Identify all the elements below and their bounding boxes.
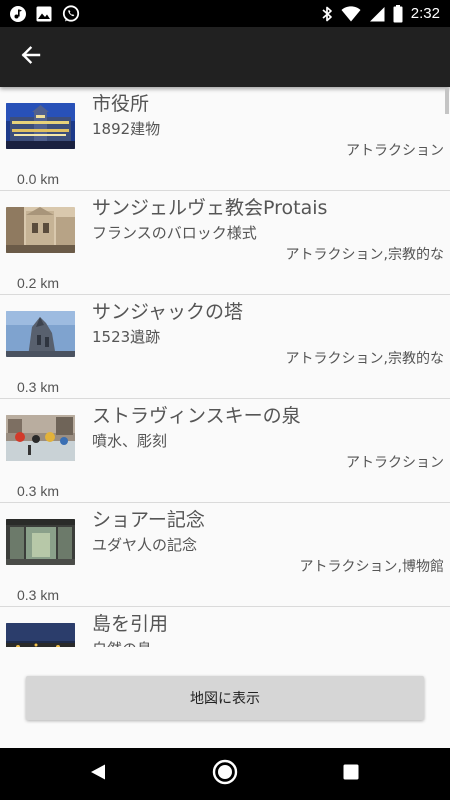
place-category: アトラクション,宗教的な bbox=[285, 351, 444, 367]
place-distance: 0.3 km bbox=[17, 483, 60, 499]
status-time: 2:32 bbox=[410, 5, 440, 22]
place-distance: 0.3 km bbox=[17, 587, 60, 603]
place-distance: 0.2 km bbox=[17, 275, 60, 291]
place-category: アトラクション bbox=[346, 455, 444, 471]
home-circle-icon bbox=[212, 759, 238, 789]
place-distance: 0.0 km bbox=[17, 171, 60, 187]
place-description: 噴水、彫刻 bbox=[92, 432, 168, 450]
signal-icon bbox=[369, 6, 385, 22]
list-item[interactable]: サンジェルヴェ教会Protais フランスのバロック様式 アトラクション,宗教的… bbox=[0, 191, 450, 295]
place-name: ショアー記念 bbox=[92, 509, 205, 531]
place-thumbnail bbox=[6, 519, 75, 565]
place-description: 1523遺跡 bbox=[92, 328, 161, 346]
place-description: 1892建物 bbox=[92, 120, 161, 138]
bluetooth-icon bbox=[321, 5, 333, 23]
place-category: アトラクション bbox=[346, 143, 444, 159]
nav-back-button[interactable] bbox=[68, 748, 128, 800]
place-name: 島を引用 bbox=[92, 613, 169, 635]
list-item[interactable]: ストラヴィンスキーの泉 噴水、彫刻 アトラクション 0.3 km bbox=[0, 399, 450, 503]
back-button[interactable] bbox=[8, 34, 54, 80]
status-bar: 2:32 bbox=[0, 0, 450, 27]
place-thumbnail bbox=[6, 311, 75, 357]
place-description: フランスのバロック様式 bbox=[92, 224, 257, 242]
show-on-map-button[interactable]: 地図に表示 bbox=[26, 676, 424, 720]
recents-square-icon bbox=[343, 764, 359, 784]
place-category: アトラクション,宗教的な bbox=[285, 247, 444, 263]
place-description: 自然の島 bbox=[92, 638, 152, 647]
battery-icon bbox=[393, 4, 403, 23]
list-item[interactable]: 市役所 1892建物 アトラクション 0.0 km bbox=[0, 87, 450, 191]
list-scrollbar[interactable] bbox=[445, 88, 449, 114]
place-description: ユダヤ人の記念 bbox=[92, 536, 198, 554]
place-distance: 0.3 km bbox=[17, 379, 60, 395]
back-triangle-icon bbox=[89, 763, 107, 785]
place-thumbnail bbox=[6, 207, 75, 253]
app-bar bbox=[0, 27, 450, 87]
place-category: アトラクション,博物館 bbox=[299, 559, 444, 575]
place-name: ストラヴィンスキーの泉 bbox=[92, 405, 301, 427]
list-item[interactable]: 島を引用 自然の島 bbox=[0, 607, 450, 647]
arrow-back-icon bbox=[20, 44, 42, 70]
image-icon bbox=[36, 6, 52, 22]
place-thumbnail bbox=[6, 415, 75, 461]
nav-recents-button[interactable] bbox=[321, 748, 381, 800]
places-list[interactable]: 市役所 1892建物 アトラクション 0.0 km サンジェルヴェ教会Prota… bbox=[0, 87, 450, 647]
list-item[interactable]: ショアー記念 ユダヤ人の記念 アトラクション,博物館 0.3 km bbox=[0, 503, 450, 607]
place-name: 市役所 bbox=[92, 93, 150, 115]
place-thumbnail bbox=[6, 623, 75, 647]
place-name: サンジェルヴェ教会Protais bbox=[92, 197, 328, 219]
list-item[interactable]: サンジャックの塔 1523遺跡 アトラクション,宗教的な 0.3 km bbox=[0, 295, 450, 399]
navigation-bar bbox=[0, 748, 450, 800]
nav-home-button[interactable] bbox=[195, 748, 255, 800]
place-name: サンジャックの塔 bbox=[92, 301, 244, 323]
music-icon bbox=[10, 5, 26, 22]
place-thumbnail bbox=[6, 103, 75, 149]
wifi-icon bbox=[341, 5, 361, 22]
whatsapp-icon bbox=[62, 4, 80, 23]
